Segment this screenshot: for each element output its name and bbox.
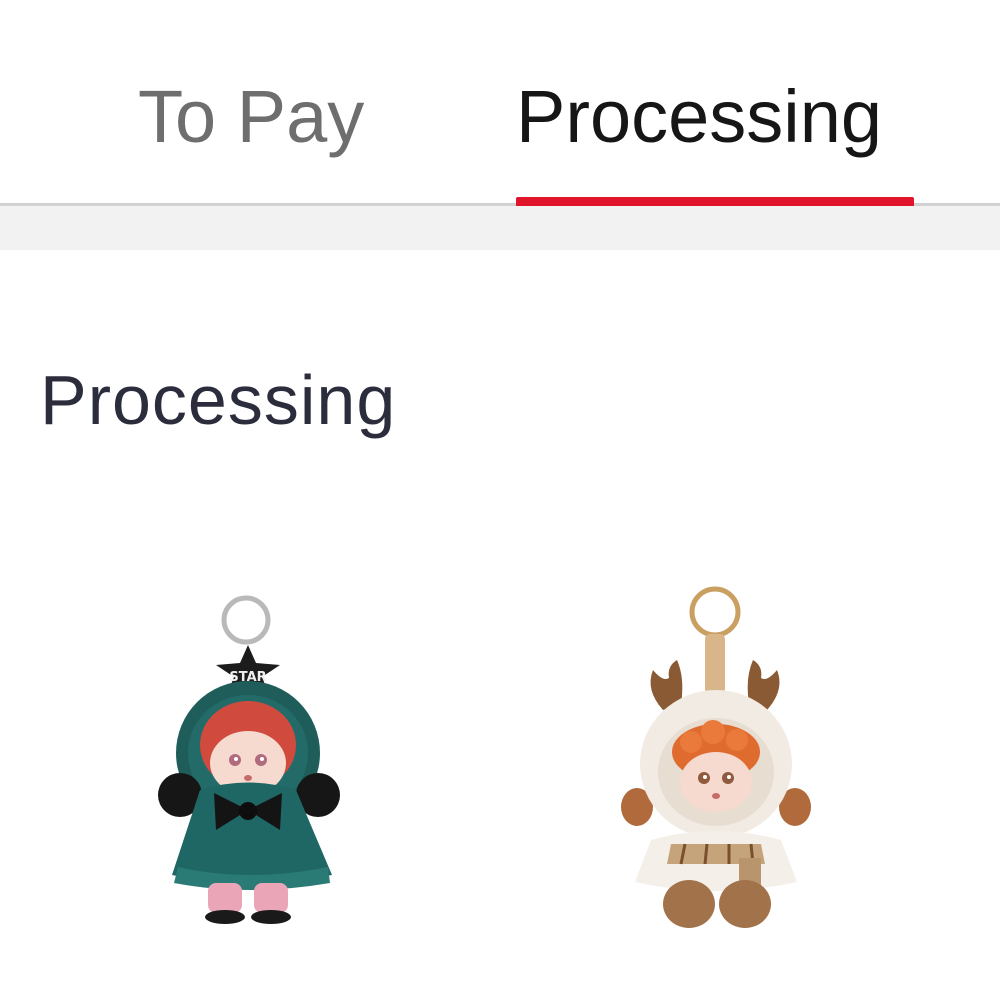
- tab-to-pay[interactable]: To Pay: [138, 72, 364, 162]
- tab-processing[interactable]: Processing: [516, 72, 882, 162]
- product-item[interactable]: [615, 582, 825, 937]
- product-item[interactable]: STAR: [150, 585, 350, 930]
- section-separator: [0, 206, 1000, 250]
- section-title: Processing: [40, 361, 397, 439]
- green-star-doll-keychain-image: STAR: [158, 595, 340, 924]
- order-status-tabbar: To Pay Processing: [0, 0, 1000, 208]
- reindeer-doll-keychain-image: [621, 586, 811, 928]
